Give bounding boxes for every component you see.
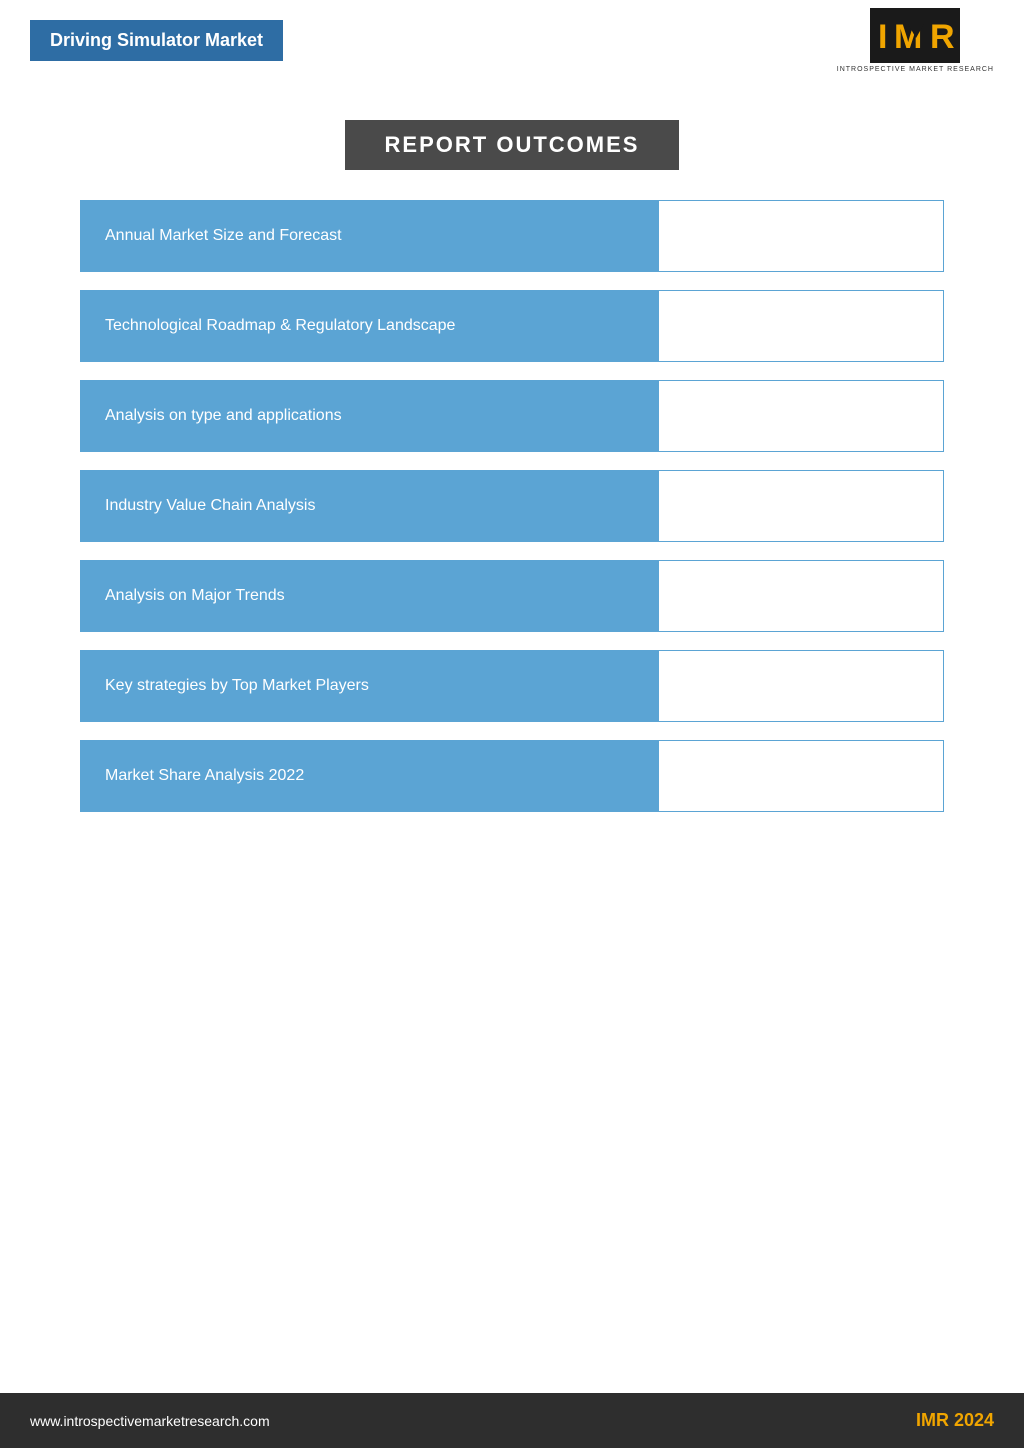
report-outcomes-title: REPORT OUTCOMES: [385, 132, 640, 157]
logo-area: I M R INTROSPECTIVE MARKET RESEARCH: [837, 8, 994, 73]
page-header: Driving Simulator Market I M R INTROSPEC…: [0, 0, 1024, 80]
outcome-label-text-4: Industry Value Chain Analysis: [105, 497, 315, 515]
outcome-label-box-3: Analysis on type and applications: [81, 381, 659, 451]
outcome-label-text-5: Analysis on Major Trends: [105, 587, 285, 605]
footer-year-label: IMR 2024: [916, 1410, 994, 1431]
outcome-row-3: Analysis on type and applications: [80, 380, 944, 452]
outcome-right-box-3: [659, 381, 943, 451]
outcome-label-text-7: Market Share Analysis 2022: [105, 767, 304, 785]
main-content: REPORT OUTCOMES Annual Market Size and F…: [0, 80, 1024, 870]
header-title: Driving Simulator Market: [50, 30, 263, 50]
outcome-right-box-2: [659, 291, 943, 361]
outcome-right-box-6: [659, 651, 943, 721]
report-outcomes-box: REPORT OUTCOMES: [345, 120, 680, 170]
svg-text:R: R: [930, 18, 955, 56]
outcome-right-box-1: [659, 201, 943, 271]
outcome-label-box-5: Analysis on Major Trends: [81, 561, 659, 631]
outcome-label-text-2: Technological Roadmap & Regulatory Lands…: [105, 317, 455, 335]
outcome-row-2: Technological Roadmap & Regulatory Lands…: [80, 290, 944, 362]
report-outcomes-header: REPORT OUTCOMES: [80, 120, 944, 170]
footer-url: www.introspectivemarketresearch.com: [30, 1413, 270, 1429]
outcome-right-box-7: [659, 741, 943, 811]
page-footer: www.introspectivemarketresearch.com IMR …: [0, 1393, 1024, 1448]
outcome-label-box-6: Key strategies by Top Market Players: [81, 651, 659, 721]
outcome-row-7: Market Share Analysis 2022: [80, 740, 944, 812]
outcome-label-text-6: Key strategies by Top Market Players: [105, 677, 369, 695]
outcome-row-6: Key strategies by Top Market Players: [80, 650, 944, 722]
outcome-row-1: Annual Market Size and Forecast: [80, 200, 944, 272]
svg-text:I: I: [878, 18, 887, 56]
outcome-label-box-4: Industry Value Chain Analysis: [81, 471, 659, 541]
outcome-row-5: Analysis on Major Trends: [80, 560, 944, 632]
outcome-right-box-4: [659, 471, 943, 541]
outcome-label-box-2: Technological Roadmap & Regulatory Lands…: [81, 291, 659, 361]
outcome-label-text-1: Annual Market Size and Forecast: [105, 227, 342, 245]
svg-text:M: M: [894, 18, 922, 56]
logo-subtitle: INTROSPECTIVE MARKET RESEARCH: [837, 66, 994, 73]
outcome-items-list: Annual Market Size and Forecast Technolog…: [80, 200, 944, 830]
outcome-label-box-7: Market Share Analysis 2022: [81, 741, 659, 811]
imr-logo: I M R: [870, 8, 960, 63]
outcome-label-text-3: Analysis on type and applications: [105, 407, 342, 425]
header-title-box: Driving Simulator Market: [30, 20, 283, 61]
outcome-row-4: Industry Value Chain Analysis: [80, 470, 944, 542]
outcome-label-box-1: Annual Market Size and Forecast: [81, 201, 659, 271]
logo-svg: I M R: [870, 8, 960, 63]
outcome-right-box-5: [659, 561, 943, 631]
